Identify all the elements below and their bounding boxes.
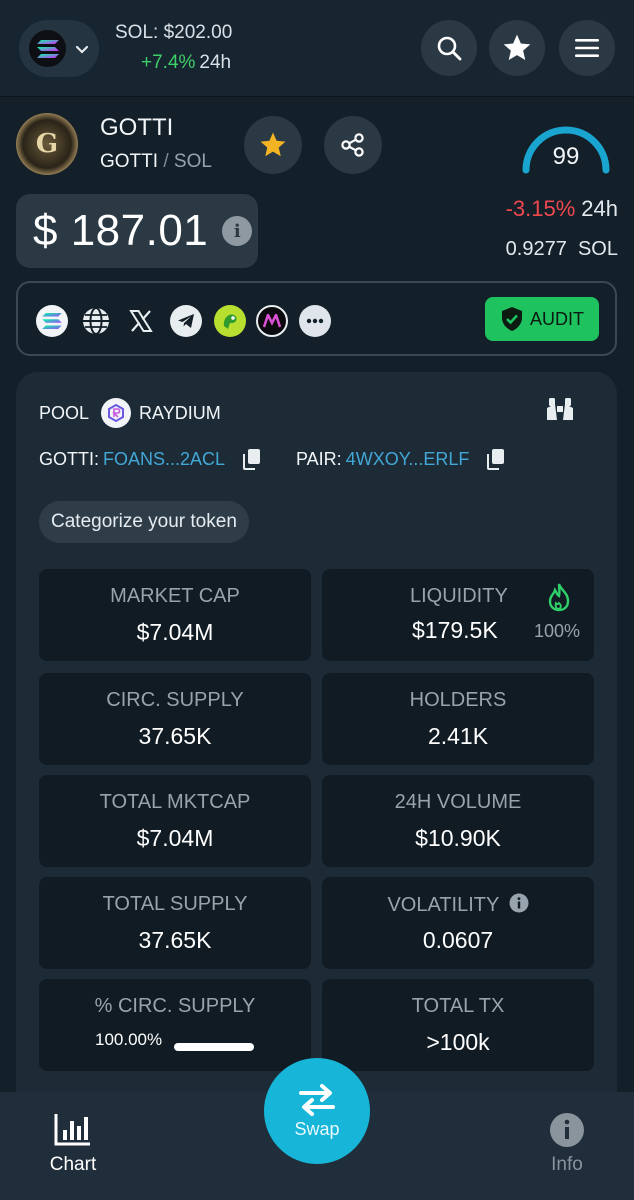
- raydium-icon: [101, 398, 132, 428]
- dex-name[interactable]: RAYDIUM: [139, 403, 221, 424]
- nav-info-label: Info: [551, 1154, 583, 1175]
- categorize-token-button[interactable]: Categorize your token: [39, 501, 249, 543]
- swap-button[interactable]: Swap: [264, 1058, 370, 1164]
- top-bar: SOL: $202.00 +7.4% 24h: [0, 0, 634, 97]
- price-change-24h: -3.15% 24h: [506, 196, 618, 222]
- x-icon[interactable]: [125, 305, 157, 337]
- price-change-value: -3.15%: [505, 196, 576, 221]
- quote-symbol: SOL: [173, 151, 212, 172]
- price-box: $ 187.01 i: [16, 194, 258, 268]
- chain-selector[interactable]: [19, 20, 99, 77]
- binoculars-icon[interactable]: [545, 396, 575, 422]
- parrot-icon[interactable]: [214, 305, 246, 337]
- solana-icon[interactable]: [36, 305, 68, 337]
- token-address-label: GOTTI:: [39, 448, 99, 469]
- star-icon: [260, 132, 286, 157]
- sol-change-pct: +7.4%: [141, 52, 196, 73]
- share-icon: [341, 133, 364, 157]
- pool-label: POOL: [39, 402, 90, 423]
- stat-circ-supply: CIRC. SUPPLY 37.65K: [39, 673, 311, 765]
- pair-address-row: PAIR: 4WXOY...ERLF: [296, 448, 505, 470]
- star-icon: [503, 34, 531, 60]
- price-in-sol: 0.9277 SOL: [505, 238, 618, 260]
- token-price: $ 187.01: [33, 206, 209, 255]
- token-name: GOTTI: [100, 114, 174, 141]
- price-change-period: 24h: [581, 196, 618, 221]
- nav-info[interactable]: Info: [527, 1112, 607, 1176]
- stat-total-tx: TOTAL TX >100k: [322, 979, 594, 1071]
- token-pair: GOTTI / SOL: [100, 151, 212, 173]
- info-icon[interactable]: i: [222, 216, 253, 246]
- share-button[interactable]: [324, 116, 382, 174]
- chevron-down-icon: [75, 45, 89, 54]
- favorites-button[interactable]: [489, 20, 545, 76]
- telegram-icon[interactable]: [170, 305, 202, 337]
- liquidity-locked-pct: 100%: [533, 621, 580, 641]
- swap-arrows-icon: [299, 1083, 335, 1116]
- pool-row: POOL RAYDIUM: [39, 398, 221, 428]
- app-icon[interactable]: [256, 305, 288, 337]
- nav-chart[interactable]: Chart: [33, 1112, 113, 1176]
- sol-change: +7.4% 24h: [141, 52, 231, 74]
- audit-label: AUDIT: [530, 308, 584, 329]
- circ-supply-bar: [174, 1043, 254, 1051]
- pair-address-label: PAIR:: [296, 448, 342, 469]
- pair-address-link[interactable]: 4WXOY...ERLF: [346, 449, 470, 470]
- stat-holders: HOLDERS 2.41K: [322, 673, 594, 765]
- stat-market-cap: MARKET CAP $7.04M: [39, 569, 311, 661]
- token-symbol: GOTTI: [100, 151, 159, 172]
- token-logo: G: [16, 113, 78, 175]
- stat-pct-circ-supply: % CIRC. SUPPLY 100.00%: [39, 979, 311, 1071]
- solana-icon: [29, 30, 66, 67]
- stat-total-supply: TOTAL SUPPLY 37.65K: [39, 877, 311, 969]
- nav-chart-label: Chart: [49, 1154, 97, 1175]
- token-address-link[interactable]: FOANS...2ACL: [103, 449, 225, 470]
- stat-total-mktcap: TOTAL MKTCAP $7.04M: [39, 775, 311, 867]
- stat-liquidity: LIQUIDITY $179.5K 100%: [322, 569, 594, 661]
- chart-icon: [54, 1114, 90, 1146]
- search-button[interactable]: [421, 20, 477, 76]
- copy-icon[interactable]: [243, 448, 261, 470]
- flame-icon: [548, 583, 570, 612]
- token-address-row: GOTTI: FOANS...2ACL: [39, 448, 261, 470]
- menu-button[interactable]: [559, 20, 615, 76]
- info-icon: [550, 1113, 584, 1147]
- social-links-bar: AUDIT: [16, 281, 617, 356]
- audit-button[interactable]: AUDIT: [485, 297, 599, 341]
- info-icon[interactable]: [509, 893, 529, 913]
- more-icon[interactable]: [299, 305, 331, 337]
- circ-supply-pct: 100.00%: [95, 1030, 163, 1049]
- stat-volatility: VOLATILITY 0.0607: [322, 877, 594, 969]
- pair-separator: /: [163, 151, 169, 172]
- hamburger-icon: [575, 39, 599, 57]
- sol-price: SOL: $202.00: [115, 22, 233, 43]
- copy-icon[interactable]: [487, 448, 505, 470]
- stat-24h-volume: 24H VOLUME $10.90K: [322, 775, 594, 867]
- sol-change-period: 24h: [199, 52, 232, 73]
- score-value: 99: [552, 143, 580, 170]
- search-icon: [437, 36, 462, 61]
- favorite-token-button[interactable]: [244, 116, 302, 174]
- swap-label: Swap: [294, 1118, 340, 1139]
- shield-check-icon: [502, 307, 522, 331]
- globe-icon[interactable]: [80, 305, 112, 337]
